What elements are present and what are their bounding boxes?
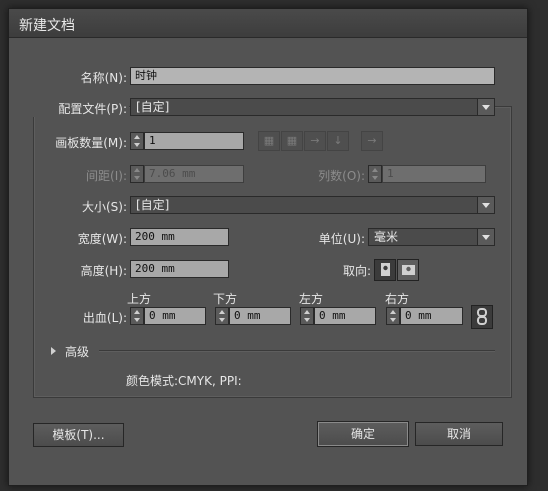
- bleed-right-input[interactable]: 0 mm: [400, 307, 463, 325]
- bleed-left-input[interactable]: 0 mm: [314, 307, 376, 325]
- width-input[interactable]: 200 mm: [130, 228, 229, 246]
- arrange-by-row-icon[interactable]: →: [304, 131, 326, 151]
- right-to-left-icon[interactable]: →: [361, 131, 383, 151]
- dialog-title: 新建文档: [19, 18, 75, 34]
- landscape-icon[interactable]: [397, 259, 419, 281]
- width-label: 宽度(W):: [77, 232, 127, 246]
- height-label: 高度(H):: [80, 264, 127, 278]
- link-icon[interactable]: [471, 305, 493, 329]
- height-input[interactable]: 200 mm: [130, 260, 229, 278]
- units-dropdown[interactable]: 毫米: [368, 228, 495, 246]
- bleed-right-label: 右方: [385, 292, 410, 306]
- expand-triangle-icon[interactable]: [51, 347, 56, 355]
- title-bar[interactable]: 新建文档: [9, 9, 527, 38]
- portrait-icon-glyph: [381, 263, 390, 276]
- spacing-spinner-icon: [130, 165, 144, 183]
- bleed-bottom-label: 下方: [213, 292, 238, 306]
- advanced-label[interactable]: 高级: [65, 343, 89, 360]
- spacing-input: 7.06 mm: [144, 165, 244, 183]
- units-value: 毫米: [374, 230, 399, 244]
- profile-value: [自定]: [136, 100, 170, 114]
- artboards-label: 画板数量(M):: [55, 136, 127, 150]
- bleed-right-spinner-icon[interactable]: [386, 307, 400, 325]
- color-mode-text: 颜色模式:CMYK, PPI:: [126, 374, 242, 388]
- orientation-label: 取向:: [342, 264, 371, 278]
- columns-spinner-icon: [368, 165, 382, 183]
- artboards-input[interactable]: 1: [144, 132, 244, 150]
- ok-button[interactable]: 确定: [317, 421, 409, 447]
- dropdown-arrow-icon: [477, 99, 494, 115]
- bleed-top-spinner-icon[interactable]: [130, 307, 144, 325]
- link-icon-glyph: [477, 308, 487, 325]
- profile-label: 配置文件(P):: [29, 100, 129, 117]
- columns-label: 列数(O):: [318, 169, 365, 183]
- bleed-left-spinner-icon[interactable]: [300, 307, 314, 325]
- landscape-icon-glyph: [402, 265, 415, 275]
- size-label: 大小(S):: [81, 200, 127, 214]
- dropdown-arrow-icon: [477, 197, 494, 213]
- new-document-dialog: 新建文档 名称(N): 时钟 配置文件(P): [自定] 画板数量(M): 1 …: [8, 8, 528, 486]
- units-label: 单位(U):: [318, 232, 365, 246]
- portrait-icon[interactable]: [374, 259, 396, 281]
- spacing-label: 间距(I):: [86, 169, 127, 183]
- templates-button[interactable]: 模板(T)...: [33, 423, 124, 447]
- size-dropdown[interactable]: [自定]: [130, 196, 495, 214]
- advanced-divider: [99, 350, 495, 352]
- profile-dropdown[interactable]: [自定]: [130, 98, 495, 116]
- columns-input: 1: [382, 165, 486, 183]
- name-label: 名称(N):: [80, 71, 127, 85]
- name-input[interactable]: 时钟: [130, 67, 495, 85]
- cancel-button[interactable]: 取消: [415, 422, 503, 446]
- dropdown-arrow-icon: [477, 229, 494, 245]
- artboards-spinner-icon[interactable]: [130, 132, 144, 150]
- bleed-bottom-spinner-icon[interactable]: [215, 307, 229, 325]
- bleed-left-label: 左方: [299, 292, 324, 306]
- grid-by-column-icon[interactable]: ▦: [281, 131, 303, 151]
- bleed-top-label: 上方: [127, 292, 152, 306]
- arrange-by-column-icon[interactable]: ↓: [327, 131, 349, 151]
- bleed-bottom-input[interactable]: 0 mm: [229, 307, 291, 325]
- size-value: [自定]: [136, 198, 170, 212]
- grid-by-row-icon[interactable]: ▦: [258, 131, 280, 151]
- bleed-top-input[interactable]: 0 mm: [144, 307, 206, 325]
- bleed-label: 出血(L):: [82, 311, 127, 325]
